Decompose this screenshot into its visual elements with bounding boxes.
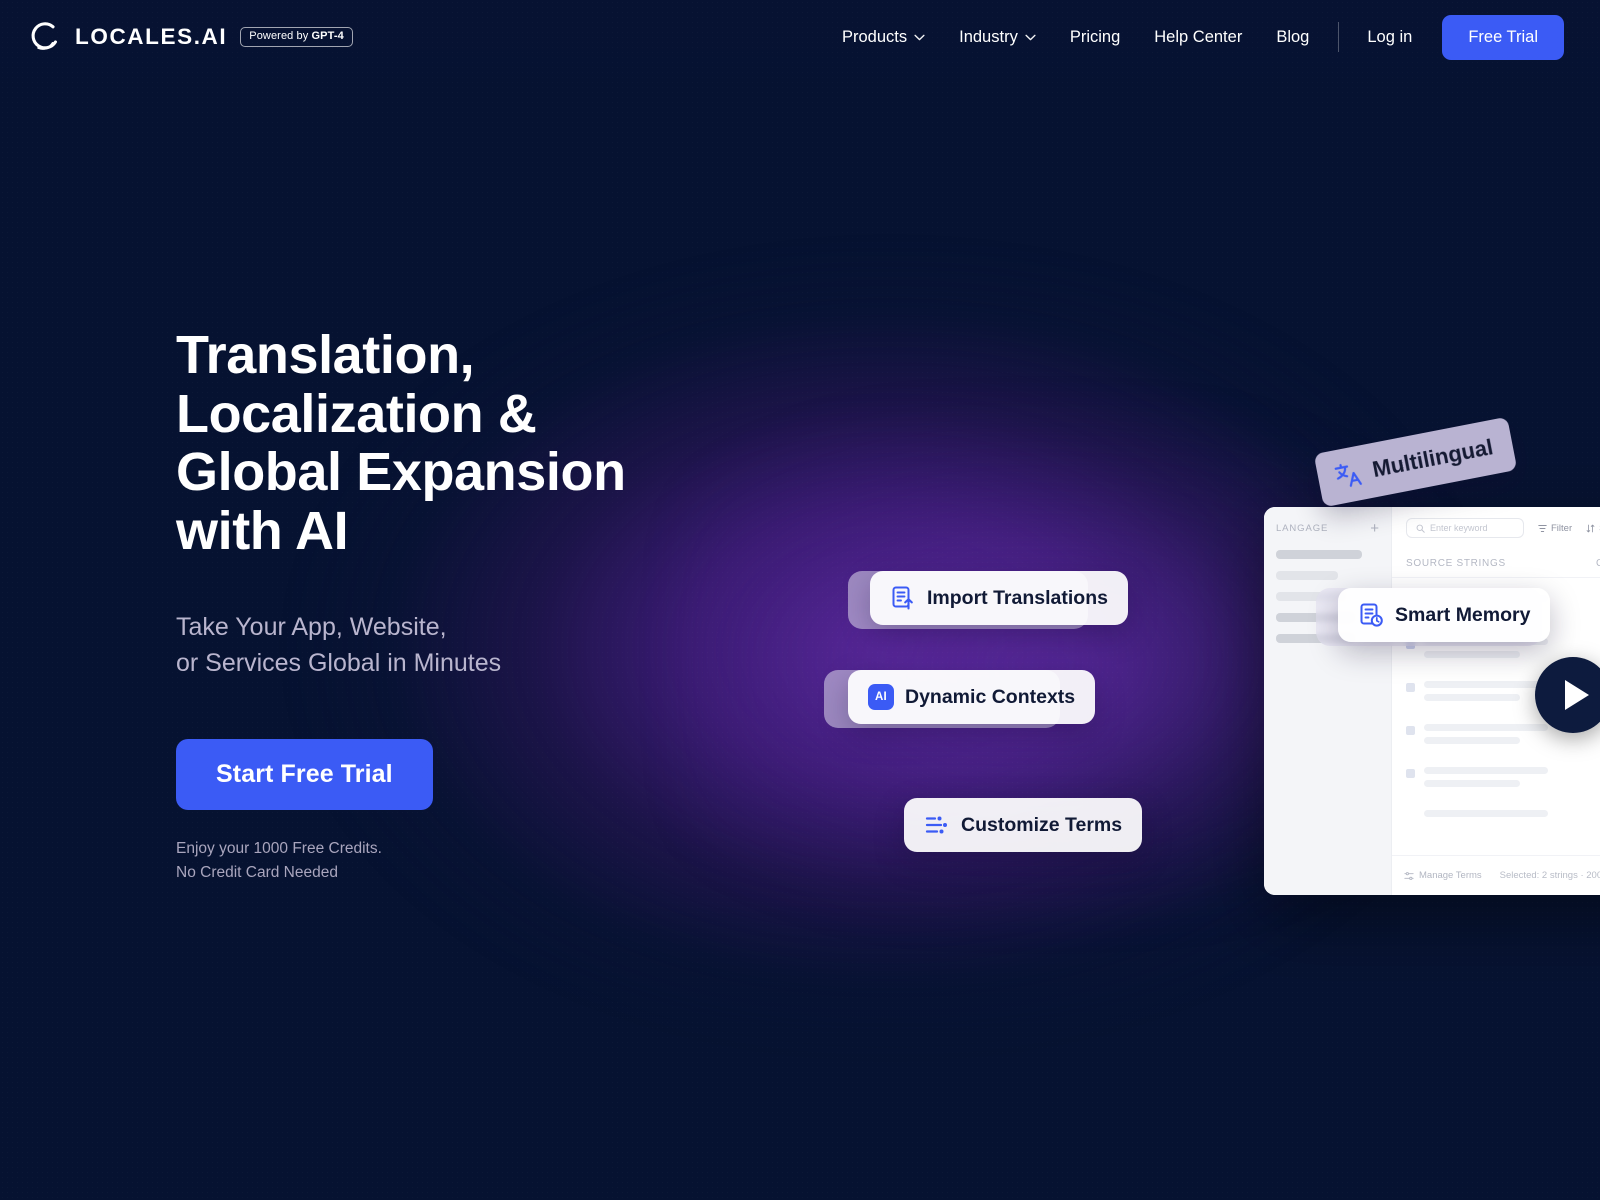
site-header: LOCALES.AI Powered by GPT-4 Products Ind… — [0, 0, 1600, 74]
manage-terms-label: Manage Terms — [1419, 870, 1482, 881]
feature-pill-smart-memory[interactable]: Smart Memory — [1338, 588, 1551, 642]
nav-label: Help Center — [1154, 27, 1243, 46]
hero-fineprint: Enjoy your 1000 Free Credits. No Credit … — [176, 837, 716, 885]
multilingual-badge: Multilingual — [1313, 416, 1518, 508]
heading-line-3: Global Expansion — [176, 442, 626, 503]
brand-name: LOCALES.AI — [75, 24, 228, 49]
row-checkbox[interactable] — [1406, 683, 1415, 692]
table-row[interactable] — [1406, 799, 1600, 833]
nav-item-help-center[interactable]: Help Center — [1137, 20, 1259, 55]
badge-prefix: Powered by — [249, 30, 312, 42]
pill-label: Import Translations — [927, 586, 1108, 609]
badge-label: Multilingual — [1370, 434, 1496, 483]
add-language-button[interactable]: + — [1370, 521, 1379, 536]
table-row[interactable] — [1406, 756, 1600, 799]
free-trial-button[interactable]: Free Trial — [1442, 14, 1564, 60]
hero-copy: Translation, Localization & Global Expan… — [176, 74, 716, 885]
sliders-icon — [925, 816, 947, 834]
ai-chip-icon: AI — [868, 684, 894, 710]
heading-line-4: with AI — [176, 500, 349, 561]
search-icon — [1416, 524, 1425, 533]
column-header-contexts: CONTEXTS — [1596, 558, 1600, 569]
fineprint-line-2: No Credit Card Needed — [176, 864, 338, 882]
mockup-column-headers: SOURCE STRINGS CONTEXTS TRANSLATION — [1392, 549, 1600, 578]
sort-button[interactable]: Sort — [1586, 523, 1600, 534]
chevron-down-icon — [1025, 34, 1036, 40]
manage-terms-button[interactable]: Manage Terms — [1404, 870, 1482, 881]
pill-label: Dynamic Contexts — [905, 685, 1076, 708]
badge-model: GPT-4 — [311, 30, 344, 42]
chevron-down-icon — [914, 34, 925, 40]
feature-pill-customize-terms[interactable]: Customize Terms — [904, 798, 1143, 852]
page-title: Translation, Localization & Global Expan… — [176, 326, 716, 560]
powered-by-badge: Powered by GPT-4 — [240, 27, 353, 47]
sliders-icon — [1404, 871, 1414, 880]
sort-icon — [1586, 524, 1595, 532]
nav-label: Products — [842, 27, 908, 46]
mockup-sidebar: LANGAGE + — [1264, 507, 1392, 895]
nav-label: Industry — [959, 27, 1018, 46]
sidebar-header: LANGAGE + — [1276, 521, 1379, 536]
play-icon — [1564, 680, 1589, 710]
filter-icon — [1538, 524, 1547, 532]
feature-pill-dynamic-contexts[interactable]: AI Dynamic Contexts — [848, 670, 1096, 724]
fineprint-line-1: Enjoy your 1000 Free Credits. — [176, 840, 382, 858]
row-checkbox[interactable] — [1406, 726, 1415, 735]
nav-divider — [1338, 22, 1340, 52]
translate-icon — [1334, 463, 1362, 487]
search-placeholder: Enter keyword — [1430, 523, 1488, 533]
row-source-cell — [1424, 810, 1600, 817]
search-input[interactable]: Enter keyword — [1406, 518, 1524, 538]
row-checkbox[interactable] — [1406, 769, 1415, 778]
brand-logo[interactable]: LOCALES.AI Powered by GPT-4 — [28, 20, 353, 54]
pill-label: Customize Terms — [961, 813, 1123, 836]
subheading-line-1: Take Your App, Website, — [176, 613, 447, 642]
bottom-fade — [0, 900, 1600, 1200]
nav-label: Blog — [1276, 27, 1310, 46]
nav-label: Pricing — [1069, 27, 1121, 46]
row-checkbox[interactable] — [1406, 812, 1415, 821]
selection-summary: Selected: 2 strings · 200 words — [1499, 870, 1600, 881]
filter-button[interactable]: Filter — [1538, 523, 1572, 534]
nav-item-blog[interactable]: Blog — [1259, 20, 1326, 55]
circular-swoosh-logo-icon — [31, 22, 57, 50]
language-item[interactable] — [1276, 571, 1338, 580]
nav-item-industry[interactable]: Industry — [942, 20, 1053, 55]
mockup-footer: Manage Terms Selected: 2 strings · 200 w… — [1392, 855, 1600, 895]
column-header-source: SOURCE STRINGS — [1406, 558, 1506, 569]
hero-visual: LANGAGE + Enter keyword Filter SOURCE ST… — [716, 74, 1600, 895]
language-item[interactable] — [1276, 550, 1362, 559]
hero-section: Translation, Localization & Global Expan… — [0, 74, 1600, 895]
feature-pill-import-translations[interactable]: Import Translations — [870, 571, 1128, 625]
heading-line-2: Localization & — [176, 383, 537, 444]
nav-item-products[interactable]: Products — [825, 20, 942, 55]
row-source-cell — [1424, 767, 1600, 787]
filter-label: Filter — [1551, 522, 1573, 534]
pill-label: Smart Memory — [1395, 603, 1531, 626]
login-link[interactable]: Log in — [1351, 20, 1428, 55]
main-nav: Products Industry Pricing Help Center Bl… — [825, 14, 1564, 60]
mockup-toolbar: Enter keyword Filter Sort Update File — [1392, 507, 1600, 549]
document-upload-icon — [892, 586, 913, 610]
document-clock-icon — [1360, 603, 1383, 627]
nav-item-pricing[interactable]: Pricing — [1053, 20, 1137, 55]
hero-subheading: Take Your App, Website, or Services Glob… — [176, 610, 716, 681]
sidebar-title: LANGAGE — [1276, 523, 1329, 534]
heading-line-1: Translation, — [176, 325, 475, 385]
subheading-line-2: or Services Global in Minutes — [176, 648, 502, 677]
start-free-trial-button[interactable]: Start Free Trial — [176, 739, 433, 811]
